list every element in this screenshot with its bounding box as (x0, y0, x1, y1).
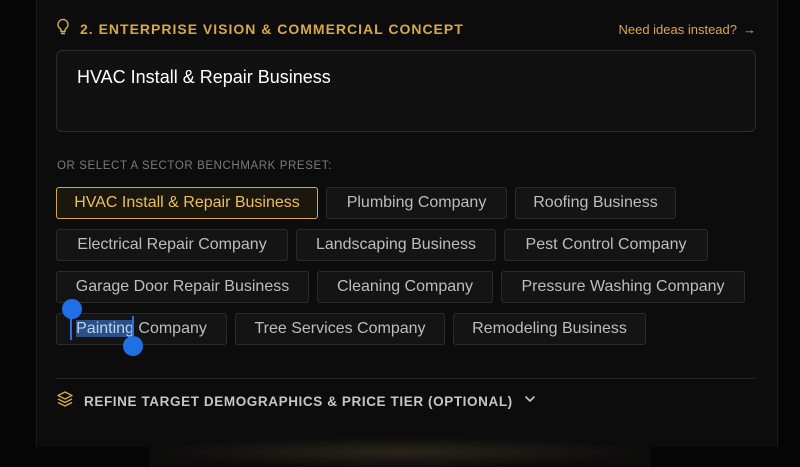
preset-pressure-washing[interactable]: Pressure Washing Company (501, 271, 745, 303)
preset-painting-label: Painting Company (76, 320, 207, 338)
preset-painting-rest: Company (133, 320, 207, 337)
bottom-glow (150, 437, 650, 467)
vision-input[interactable]: HVAC Install & Repair Business (56, 50, 756, 132)
preset-roofing[interactable]: Roofing Business (515, 187, 676, 219)
preset-hvac[interactable]: HVAC Install & Repair Business (56, 187, 318, 219)
refine-toggle[interactable]: REFINE TARGET DEMOGRAPHICS & PRICE TIER … (56, 390, 537, 412)
preset-label: OR SELECT A SECTOR BENCHMARK PRESET: (57, 160, 332, 172)
section-title: 2. ENTERPRISE VISION & COMMERCIAL CONCEP… (80, 21, 464, 37)
selection-caret-start (70, 316, 72, 340)
section-divider (56, 378, 756, 379)
preset-garage-door[interactable]: Garage Door Repair Business (56, 271, 309, 303)
preset-landscaping[interactable]: Landscaping Business (296, 229, 496, 261)
refine-label: REFINE TARGET DEMOGRAPHICS & PRICE TIER … (84, 393, 513, 409)
selection-handle-end[interactable] (123, 336, 143, 356)
section-title-group: 2. ENTERPRISE VISION & COMMERCIAL CONCEP… (56, 18, 464, 41)
preset-pest-control[interactable]: Pest Control Company (504, 229, 708, 261)
preset-remodeling[interactable]: Remodeling Business (453, 313, 646, 345)
arrow-right-icon: → (743, 21, 756, 37)
layers-icon (56, 390, 74, 413)
vision-input-value: HVAC Install & Repair Business (77, 67, 331, 87)
preset-cleaning[interactable]: Cleaning Company (317, 271, 493, 303)
preset-tree-services[interactable]: Tree Services Company (235, 313, 445, 345)
text-selection: Painting (76, 320, 134, 337)
chevron-down-icon (523, 392, 537, 411)
preset-plumbing[interactable]: Plumbing Company (326, 187, 507, 219)
preset-electrical[interactable]: Electrical Repair Company (56, 229, 288, 261)
lightbulb-icon (56, 18, 70, 41)
need-ideas-link[interactable]: Need ideas instead? → (618, 22, 756, 37)
need-ideas-label: Need ideas instead? (618, 21, 737, 37)
section-header: 2. ENTERPRISE VISION & COMMERCIAL CONCEP… (56, 18, 756, 40)
selection-handle-start[interactable] (62, 299, 82, 319)
